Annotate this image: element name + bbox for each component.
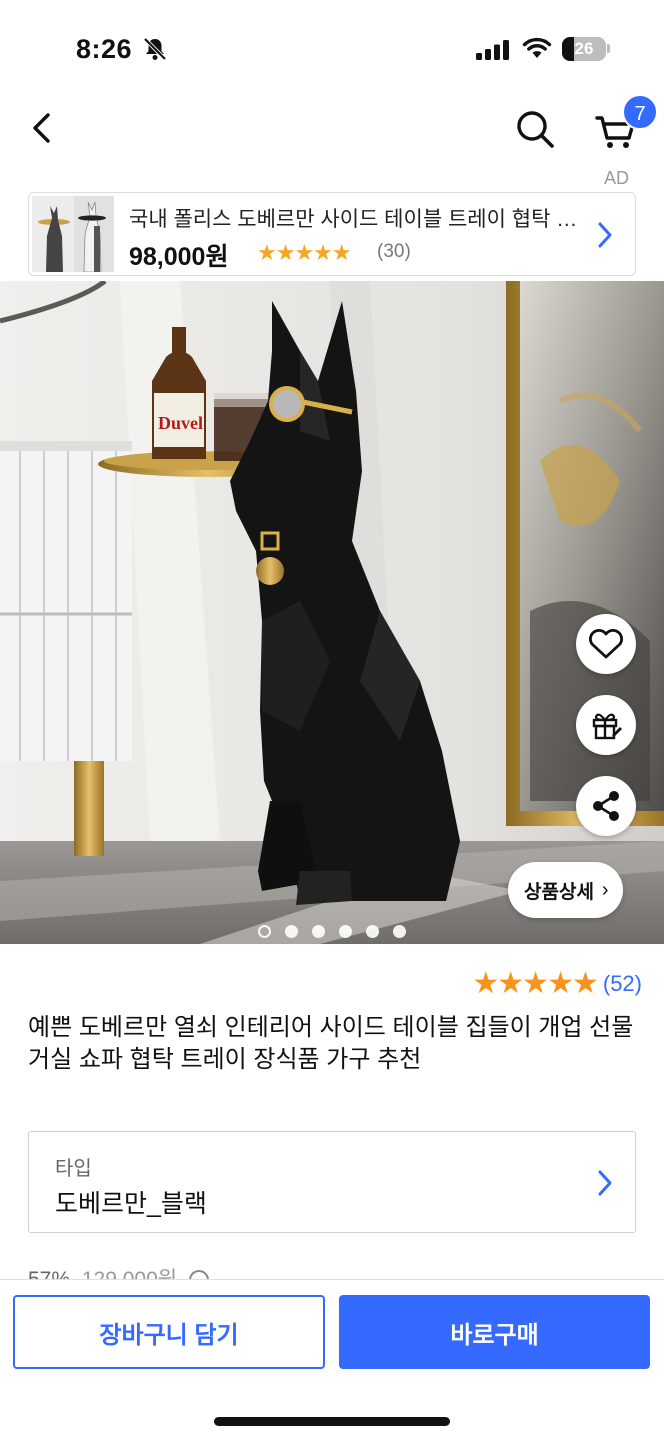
status-time: 8:26 <box>76 34 133 64</box>
product-hero-image[interactable]: Duvel <box>0 281 664 944</box>
bottom-action-bar: 장바구니 담기 바로구매 <box>0 1279 664 1440</box>
status-bar: 8:26 26 <box>0 0 664 96</box>
product-photo: Duvel <box>0 281 664 944</box>
option-value: 도베르만_블랙 <box>55 1190 207 1218</box>
wifi-icon <box>522 37 552 58</box>
ad-title: 국내 폴리스 도베르만 사이드 테이블 트레이 협탁 장식품 <box>129 208 589 231</box>
carousel-dot[interactable] <box>312 925 325 938</box>
ad-label: AD <box>604 168 630 188</box>
product-rating[interactable]: ★★★★★ (52) <box>472 966 642 1001</box>
product-title: 예쁜 도베르만 열쇠 인테리어 사이드 테이블 집들이 개업 선물 거실 쇼파 … <box>28 1014 634 1073</box>
chevron-right-icon: › <box>601 878 609 901</box>
carousel-dot[interactable] <box>366 925 379 938</box>
wishlist-button[interactable] <box>576 614 636 674</box>
buy-now-button[interactable]: 바로구매 <box>339 1295 650 1369</box>
cart-badge: 7 <box>622 94 658 130</box>
chevron-right-icon <box>598 222 612 248</box>
carousel-indicator <box>258 925 406 938</box>
ad-product-thumbnail <box>32 196 114 272</box>
carousel-dot[interactable] <box>285 925 298 938</box>
sponsored-product-card[interactable]: 국내 폴리스 도베르만 사이드 테이블 트레이 협탁 장식품 98,000원 ★… <box>28 192 636 276</box>
battery-nub <box>607 44 610 53</box>
product-detail-button[interactable]: 상품상세 › <box>508 862 623 918</box>
ad-review-count: (30) <box>377 241 411 262</box>
carousel-dot[interactable] <box>393 925 406 938</box>
carousel-dot[interactable] <box>339 925 352 938</box>
chevron-left-icon[interactable] <box>22 106 66 150</box>
share-button[interactable] <box>576 776 636 836</box>
ad-rating-stars: ★★★★★ <box>257 240 352 265</box>
review-count[interactable]: (52) <box>603 971 642 997</box>
product-detail-label: 상품상세 <box>524 881 594 903</box>
battery-level: 26 <box>574 39 594 58</box>
home-indicator[interactable] <box>214 1417 450 1426</box>
ad-price: 98,000원 <box>129 243 229 271</box>
gift-button[interactable] <box>576 695 636 755</box>
carousel-dot-active[interactable] <box>258 925 271 938</box>
svg-text:Duvel: Duvel <box>158 413 203 433</box>
add-to-cart-button[interactable]: 장바구니 담기 <box>13 1295 325 1369</box>
share-icon <box>593 791 619 821</box>
heart-icon <box>589 629 623 659</box>
bell-slash-icon <box>143 37 167 61</box>
search-icon[interactable] <box>512 106 558 152</box>
gift-icon <box>592 713 622 740</box>
cellular-signal-icon <box>476 40 509 60</box>
rating-stars: ★★★★★ <box>472 967 598 1000</box>
option-label: 타입 <box>55 1158 92 1180</box>
chevron-right-icon <box>598 1170 612 1196</box>
option-selector[interactable]: 타입 도베르만_블랙 <box>28 1131 636 1233</box>
